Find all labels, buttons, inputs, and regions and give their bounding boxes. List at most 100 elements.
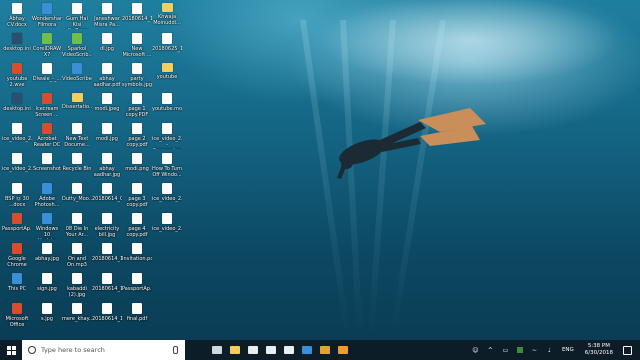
- desktop-icon[interactable]: PassportAp...: [2, 213, 32, 232]
- desktop-icon-label: desktop.ini: [3, 46, 31, 52]
- desktop-icon[interactable]: Diwale_-_...: [32, 63, 62, 82]
- cortana-icon: [28, 346, 36, 354]
- desktop-icon[interactable]: 08 Die In Your Ar...: [62, 213, 92, 238]
- desktop-icon[interactable]: s.jpg: [32, 303, 62, 322]
- file-icon: [132, 153, 142, 164]
- desktop-icon[interactable]: How To Turn Off Windo...: [152, 153, 182, 178]
- start-button[interactable]: [0, 340, 22, 360]
- desktop-icon[interactable]: VideoScribe: [62, 63, 92, 82]
- desktop-icon[interactable]: ice_video_2...: [2, 123, 32, 142]
- desktop-icon[interactable]: final.pdf: [122, 303, 152, 322]
- clock[interactable]: 5:38 PM 6/30/2018: [585, 343, 613, 357]
- taskbar-pinned-app[interactable]: [226, 340, 244, 360]
- desktop-icon-label: 20180614_1...: [92, 316, 122, 322]
- show-hidden-icons-chevron-icon[interactable]: ^: [487, 347, 494, 354]
- desktop-icon[interactable]: Windows 10 Update As...: [32, 213, 62, 239]
- desktop-icon[interactable]: party symbols.jpg: [122, 63, 152, 88]
- file-icon: [132, 243, 142, 254]
- desktop-icon[interactable]: mere_khay...: [62, 303, 92, 322]
- desktop-icon[interactable]: 20180614_0...: [92, 183, 122, 202]
- microphone-icon[interactable]: [173, 346, 178, 354]
- wifi-icon[interactable]: ∼: [531, 347, 538, 354]
- desktop-icon[interactable]: Screenshot: [32, 153, 62, 172]
- desktop-icon-label: Janeshwar Misra Pa...: [94, 16, 120, 28]
- desktop-icon[interactable]: Google Chrome: [2, 243, 32, 268]
- desktop-icon[interactable]: youtube 2.wve: [2, 63, 32, 88]
- desktop-icon[interactable]: PassportAp...: [122, 273, 152, 292]
- desktop-icon[interactable]: kabaddi (2).jpg: [62, 273, 92, 298]
- desktop-icon[interactable]: ice_video_2... - Copy.webm: [152, 123, 182, 149]
- desktop-icon-label: Acrobat Reader DC: [33, 136, 61, 148]
- desktop-icon[interactable]: 20180614_1...: [92, 243, 122, 262]
- file-icon: [102, 93, 112, 104]
- file-icon: [12, 243, 22, 254]
- desktop-icon[interactable]: page 2 copy.pdf: [122, 123, 152, 148]
- desktop-icon[interactable]: youtube: [152, 63, 182, 80]
- desktop-icon-label: Icecream Screen ...: [35, 106, 59, 118]
- desktop-icon[interactable]: abhay aadhar.pdf: [92, 63, 122, 88]
- taskbar: Type here to search ☺ ^ ▭ ∼ ♩ ENG 5:38 P…: [0, 340, 640, 360]
- desktop-icon[interactable]: Sparkol VideoScrib...: [62, 33, 92, 58]
- desktop-icon[interactable]: ice_video_2...: [152, 183, 182, 202]
- desktop-icon[interactable]: New Text Docume...: [62, 123, 92, 148]
- desktop-icon[interactable]: electricity bill.jpg: [92, 213, 122, 238]
- desktop-icon[interactable]: Khwaja Moinuddi...: [152, 3, 182, 26]
- desktop-icon[interactable]: Microsoft Office: [2, 303, 32, 328]
- desktop-icon[interactable]: Icecream Screen ...: [32, 93, 62, 118]
- desktop-icon[interactable]: On and On.mp3: [62, 243, 92, 268]
- desktop-icon[interactable]: Invitation.pdf: [122, 243, 152, 262]
- taskbar-pinned-app[interactable]: [280, 340, 298, 360]
- taskbar-pinned-app[interactable]: [244, 340, 262, 360]
- desktop-icon[interactable]: 20180614_1...: [122, 3, 152, 22]
- desktop-icon[interactable]: modi.png: [122, 153, 152, 172]
- desktop-icon[interactable]: 20180625_1...: [152, 33, 182, 52]
- desktop-icon[interactable]: Adobe Photosh...: [32, 183, 62, 208]
- search-box[interactable]: Type here to search: [22, 340, 185, 360]
- desktop-icon[interactable]: Acrobat Reader DC: [32, 123, 62, 148]
- taskbar-pinned-app[interactable]: [298, 340, 316, 360]
- taskbar-pinned-app[interactable]: [316, 340, 334, 360]
- desktop-icon[interactable]: modi.jpeg: [92, 93, 122, 112]
- desktop-icon[interactable]: 20180614_1...: [92, 303, 122, 322]
- desktop-icon[interactable]: Dutty_Moo...: [62, 183, 92, 202]
- tray-app-icon[interactable]: [516, 347, 523, 353]
- network-icon[interactable]: ▭: [502, 347, 509, 354]
- desktop-icon[interactable]: abhay.jpg: [32, 243, 62, 262]
- people-icon[interactable]: ☺: [472, 347, 479, 354]
- desktop-icon[interactable]: desktop.ini: [2, 93, 32, 112]
- desktop-icon[interactable]: Abhay CV.docx: [2, 3, 32, 28]
- desktop-icon[interactable]: This PC: [2, 273, 32, 292]
- desktop-icon[interactable]: Janeshwar Misra Pa...: [92, 3, 122, 28]
- language-indicator[interactable]: ENG: [562, 347, 574, 353]
- desktop-icon[interactable]: Dissertatio...: [62, 93, 92, 110]
- taskbar-pinned-app[interactable]: [334, 340, 352, 360]
- desktop-icon[interactable]: BSP ㉤ 30 ...docx: [2, 183, 32, 208]
- file-icon: [42, 123, 52, 134]
- action-center-icon[interactable]: [623, 345, 632, 355]
- desktop-icon[interactable]: Wondershare Filmora: [32, 3, 62, 28]
- desktop-icon-label: Screenshot: [33, 166, 61, 172]
- desktop-icon[interactable]: dl.jpg: [92, 33, 122, 52]
- desktop-icon[interactable]: page 1 copy.PDF: [122, 93, 152, 118]
- volume-icon[interactable]: ♩: [546, 347, 553, 354]
- desktop-icon[interactable]: abhay aadhar.jpg: [92, 153, 122, 178]
- desktop-icon[interactable]: ice_video_2...: [2, 153, 32, 172]
- desktop-icon[interactable]: CorelDRAW X7: [32, 33, 62, 58]
- desktop-icon[interactable]: youtube.mov: [152, 93, 182, 112]
- desktop-icon[interactable]: Recycle Bin: [62, 153, 92, 172]
- taskbar-pinned-app[interactable]: [208, 340, 226, 360]
- desktop-icon-label: Diwale_-_...: [32, 76, 62, 82]
- taskbar-pinned-app[interactable]: [262, 340, 280, 360]
- desktop-icon[interactable]: page 4 copy.pdf: [122, 213, 152, 238]
- desktop-icon-label: VideoScribe: [62, 76, 92, 82]
- desktop-icon[interactable]: desktop.ini: [2, 33, 32, 52]
- desktop-icon[interactable]: modi.jpg: [92, 123, 122, 142]
- desktop-icon[interactable]: ice_video_2...: [152, 213, 182, 232]
- desktop-icon[interactable]: Gum Hai Kisi Ke Pyar Me...: [62, 3, 92, 29]
- desktop-icon[interactable]: sign.jpg: [32, 273, 62, 292]
- file-icon: [132, 93, 142, 104]
- desktop-icon[interactable]: 20180614_1...: [92, 273, 122, 292]
- desktop-icon[interactable]: page 3 copy.pdf: [122, 183, 152, 208]
- desktop-icon-label: youtube.mov: [152, 106, 182, 112]
- desktop-icon[interactable]: New Microsoft ...: [122, 33, 152, 58]
